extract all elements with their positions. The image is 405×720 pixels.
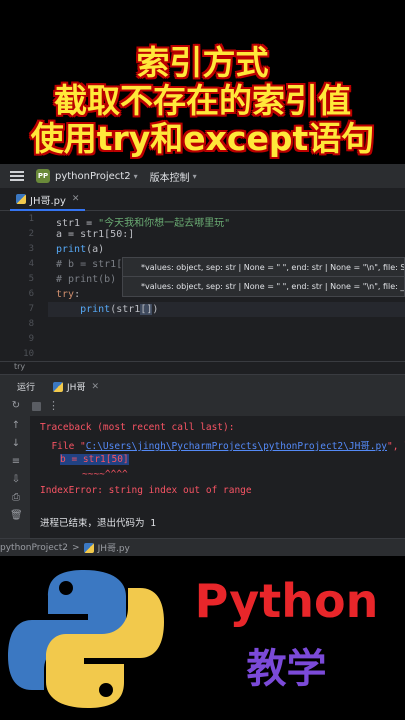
- run-tool-window-header: 运行 JH哥 ✕: [0, 374, 405, 398]
- error-message: IndexError: string index out of range: [40, 485, 252, 496]
- code-line-7: print(str1[]): [80, 304, 159, 315]
- run-side-toolbar: ↻ ↑ ↓ ≡ ⇩ ⎙ 🗑: [0, 398, 30, 538]
- code-line-2: a = str1[50:]: [56, 229, 135, 240]
- run-toolbar: ⋮: [30, 398, 405, 416]
- run-config-label: JH哥: [67, 383, 86, 393]
- code-line-6: try:: [56, 289, 81, 300]
- ide-window: PP pythonProject2 ▾ 版本控制 ▾ JH哥.py ✕ 1 2 …: [0, 164, 405, 556]
- line-gutter: 1 2 3 4 5 6 7 8 9 10: [0, 211, 48, 361]
- hamburger-menu-icon[interactable]: [10, 171, 24, 181]
- status-file[interactable]: JH哥.py: [98, 541, 130, 554]
- promo-title: Python: [194, 574, 379, 628]
- code-breadcrumb[interactable]: try: [0, 361, 405, 374]
- status-separator: >: [72, 542, 80, 553]
- arrow-up-icon[interactable]: ↑: [10, 420, 22, 431]
- title-banner: 索引方式 截取不存在的索引值 使用try和except语句: [0, 0, 405, 164]
- banner-line-3: 使用try和except语句: [30, 119, 375, 158]
- status-project[interactable]: pythonProject2: [0, 543, 68, 553]
- line-number: 3: [28, 244, 34, 254]
- line-number: 4: [28, 259, 34, 269]
- line-number: 5: [28, 274, 34, 284]
- vcs-menu[interactable]: 版本控制: [150, 169, 190, 184]
- banner-line-2: 截取不存在的索引值: [54, 81, 351, 120]
- run-console-output[interactable]: Traceback (most recent call last): File …: [30, 416, 405, 538]
- more-icon[interactable]: ⋮: [48, 399, 59, 412]
- close-icon[interactable]: ✕: [72, 194, 80, 204]
- status-bar: pythonProject2 > JH哥.py: [0, 538, 405, 556]
- parameter-hint-1: *values: object, sep: str | None = " ", …: [122, 257, 405, 278]
- run-config-tab[interactable]: JH哥 ✕: [53, 380, 99, 393]
- promo-section: Python 教学: [0, 556, 405, 720]
- python-file-icon: [83, 542, 94, 553]
- exit-message: 进程已结束，退出代码为 1: [40, 518, 156, 529]
- tab-label: JH哥.py: [30, 195, 66, 207]
- line-number: 2: [28, 229, 34, 239]
- project-badge: PP: [36, 169, 50, 183]
- tab-jh-py[interactable]: JH哥.py ✕: [10, 189, 86, 211]
- arrow-down-icon[interactable]: ↓: [10, 438, 22, 449]
- line-number: 6: [28, 289, 34, 299]
- parameter-hint-2: *values: object, sep: str | None = " ", …: [122, 276, 405, 297]
- python-file-icon: [16, 194, 26, 204]
- traceback-code-line: b = str1[50]: [60, 454, 129, 465]
- chevron-down-icon[interactable]: ▾: [193, 172, 197, 181]
- promo-subtitle: 教学: [246, 646, 327, 692]
- main-toolbar: PP pythonProject2 ▾ 版本控制 ▾: [0, 164, 405, 189]
- banner-line-1: 索引方式: [136, 43, 269, 82]
- file-path-link[interactable]: C:\Users\jingh\PycharmProjects\pythonPro…: [86, 441, 387, 452]
- print-icon[interactable]: ⎙: [10, 492, 22, 503]
- trash-icon[interactable]: 🗑: [10, 510, 23, 521]
- chevron-down-icon[interactable]: ▾: [134, 172, 138, 181]
- python-logo-icon: [8, 570, 164, 708]
- run-tab-label[interactable]: 运行: [17, 380, 35, 393]
- line-number: 10: [23, 349, 34, 359]
- rerun-icon[interactable]: ↻: [10, 400, 22, 411]
- code-line-5: # print(b): [56, 274, 117, 285]
- code-line-1: str1 = "今天我和你想一起去哪里玩": [56, 218, 231, 229]
- traceback-file-line: File "C:\Users\jingh\PycharmProjects\pyt…: [40, 441, 405, 452]
- scroll-to-end-icon[interactable]: ⇩: [10, 474, 22, 485]
- project-name[interactable]: pythonProject2: [55, 171, 131, 182]
- line-number: 1: [28, 214, 34, 224]
- line-number: 7: [28, 304, 34, 314]
- editor-tabs: JH哥.py ✕: [0, 189, 405, 211]
- code-line-3: print(a): [56, 244, 105, 255]
- python-file-icon: [53, 381, 64, 392]
- stop-icon[interactable]: [32, 402, 41, 411]
- traceback-carets: ~~~~^^^^: [82, 469, 128, 480]
- close-icon[interactable]: ✕: [91, 382, 99, 392]
- line-number: 9: [28, 334, 34, 344]
- traceback-header: Traceback (most recent call last):: [40, 422, 235, 433]
- soft-wrap-icon[interactable]: ≡: [10, 456, 22, 467]
- line-number: 8: [28, 319, 34, 329]
